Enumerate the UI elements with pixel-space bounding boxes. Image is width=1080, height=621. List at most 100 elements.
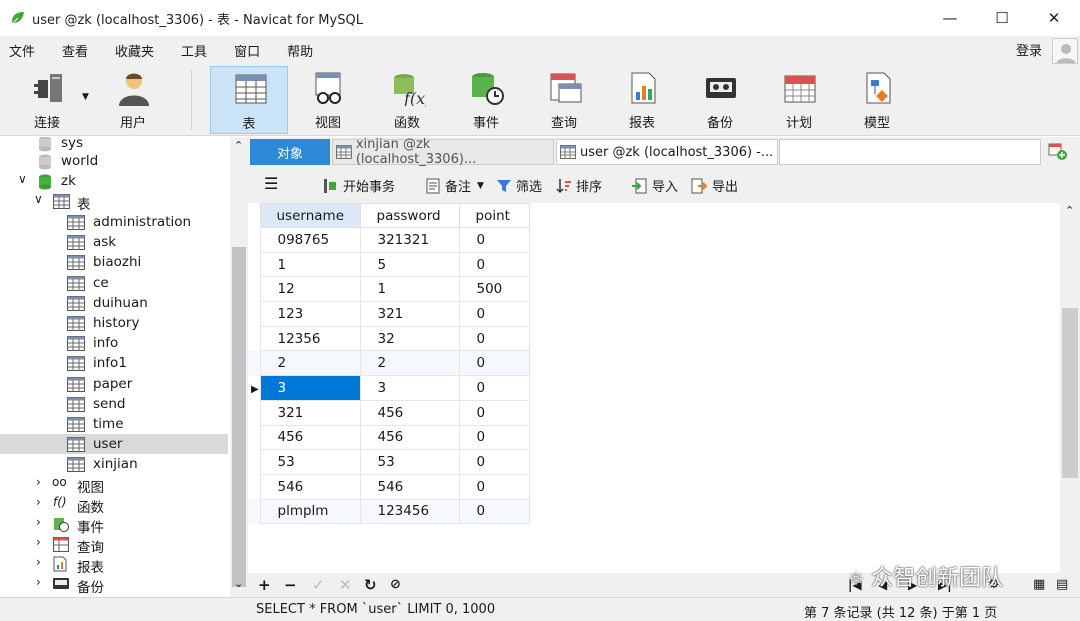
table-cell[interactable]: 0 bbox=[458, 424, 530, 451]
table-row[interactable]: plmplm 123456 0 bbox=[248, 498, 530, 525]
chevron-down-icon[interactable]: ∨ bbox=[34, 192, 43, 206]
table-button[interactable]: 表 bbox=[210, 66, 288, 134]
table-row[interactable]: 12 1 500 bbox=[248, 276, 530, 303]
row-indicator[interactable] bbox=[248, 450, 260, 475]
menu-help[interactable]: 帮助 bbox=[278, 41, 323, 60]
tree-item-backups[interactable]: › 备份 bbox=[0, 574, 228, 596]
login-link[interactable]: 登录 bbox=[1016, 40, 1042, 59]
tree-item-table[interactable]: biaozhi bbox=[0, 252, 228, 272]
table-row[interactable]: 12356 32 0 bbox=[248, 325, 530, 352]
tree-item-table[interactable]: time bbox=[0, 414, 228, 434]
table-cell[interactable]: 098765 bbox=[259, 227, 361, 253]
row-indicator[interactable] bbox=[248, 252, 260, 277]
table-cell[interactable]: 321321 bbox=[359, 227, 460, 253]
grid-scrollbar[interactable]: ⌃ bbox=[1060, 203, 1080, 573]
table-cell[interactable]: 53 bbox=[359, 449, 460, 475]
tree-item-table[interactable]: ce bbox=[0, 273, 228, 293]
tree-item-queries[interactable]: › 查询 bbox=[0, 534, 228, 556]
table-cell[interactable]: 0 bbox=[458, 301, 530, 327]
table-cell[interactable]: 321 bbox=[359, 301, 460, 327]
scroll-down-icon[interactable]: ⌄ bbox=[234, 577, 243, 590]
table-row[interactable]: 53 53 0 bbox=[248, 449, 530, 475]
tree-item-zk[interactable]: ∨ zk bbox=[0, 171, 228, 191]
query-button[interactable]: 查询 bbox=[525, 66, 603, 134]
table-cell[interactable]: 32 bbox=[359, 325, 460, 352]
connect-button[interactable]: 连接 bbox=[8, 66, 86, 134]
table-cell[interactable]: 53 bbox=[259, 449, 361, 475]
table-cell[interactable]: plmplm bbox=[259, 498, 361, 525]
grid-scroll-thumb[interactable] bbox=[1062, 308, 1078, 478]
tree-item-table[interactable]: user bbox=[0, 434, 228, 455]
tree-item-reports[interactable]: › 报表 bbox=[0, 554, 228, 576]
table-cell[interactable]: 0 bbox=[458, 227, 530, 253]
row-indicator[interactable]: ▶ bbox=[248, 376, 260, 401]
table-cell[interactable]: 0 bbox=[458, 350, 530, 377]
table-cell[interactable]: 500 bbox=[458, 276, 530, 303]
memo-dropdown-icon[interactable]: ▼ bbox=[477, 181, 484, 191]
connect-dropdown-icon[interactable]: ▼ bbox=[82, 92, 89, 102]
column-header-point[interactable]: point bbox=[458, 203, 530, 228]
tree-item-table[interactable]: send bbox=[0, 394, 228, 414]
table-cell[interactable]: 123 bbox=[259, 301, 361, 327]
tree-item-table[interactable]: duihuan bbox=[0, 293, 228, 313]
model-button[interactable]: 模型 bbox=[838, 66, 916, 134]
report-button[interactable]: 报表 bbox=[603, 66, 681, 134]
tree-item-world[interactable]: world bbox=[0, 151, 228, 171]
menu-tools[interactable]: 工具 bbox=[172, 41, 217, 60]
table-cell[interactable]: 1 bbox=[359, 276, 460, 303]
table-row[interactable]: 321 456 0 bbox=[248, 399, 530, 426]
menu-window[interactable]: 窗口 bbox=[225, 41, 270, 60]
sidebar-scrollbar[interactable]: ⌃ ⌄ bbox=[230, 137, 248, 597]
row-indicator[interactable] bbox=[248, 425, 260, 450]
row-indicator[interactable] bbox=[248, 326, 260, 351]
row-indicator[interactable] bbox=[248, 302, 260, 327]
sidebar-scroll-thumb[interactable] bbox=[232, 247, 246, 587]
scroll-up-icon[interactable]: ⌃ bbox=[1065, 204, 1074, 217]
discard-x-icon[interactable]: ✕ bbox=[339, 576, 352, 594]
delete-record-icon[interactable]: − bbox=[284, 576, 297, 594]
backup-button[interactable]: 备份 bbox=[681, 66, 759, 134]
menu-view[interactable]: 查看 bbox=[53, 41, 98, 60]
table-cell[interactable]: 321 bbox=[259, 399, 361, 426]
table-row[interactable]: 456 456 0 bbox=[248, 424, 530, 451]
tree-item-table[interactable]: ask bbox=[0, 232, 228, 252]
tab-user[interactable]: user @zk (localhost_3306) -... bbox=[556, 139, 778, 165]
table-cell[interactable]: 0 bbox=[458, 399, 530, 426]
tree-item-tables[interactable]: ∨ 表 bbox=[0, 191, 228, 213]
row-indicator[interactable] bbox=[248, 474, 260, 499]
function-button[interactable]: f(x) 函数 bbox=[368, 66, 446, 134]
table-cell[interactable]: 0 bbox=[458, 473, 530, 500]
tree-item-table[interactable]: xinjian bbox=[0, 454, 228, 474]
tree-item-table[interactable]: info1 bbox=[0, 353, 228, 373]
table-cell[interactable]: 12356 bbox=[259, 325, 361, 352]
table-cell[interactable]: 456 bbox=[359, 399, 460, 426]
tree-item-views[interactable]: › oo 视图 bbox=[0, 474, 228, 496]
menu-icon[interactable]: ☰ bbox=[264, 174, 278, 193]
table-row[interactable]: 123 321 0 bbox=[248, 301, 530, 327]
row-indicator[interactable] bbox=[248, 277, 260, 302]
chevron-right-icon[interactable]: › bbox=[36, 575, 41, 589]
tree-item-events[interactable]: › 事件 bbox=[0, 514, 228, 536]
table-cell[interactable]: 3 bbox=[359, 375, 460, 401]
table-cell[interactable]: 5 bbox=[359, 251, 460, 278]
tree-item-table[interactable]: info bbox=[0, 333, 228, 353]
chevron-right-icon[interactable]: › bbox=[36, 515, 41, 529]
tree-item-table[interactable]: history bbox=[0, 313, 228, 333]
row-indicator[interactable] bbox=[248, 350, 260, 376]
memo-button[interactable]: 备注 ▼ bbox=[426, 176, 484, 195]
chevron-right-icon[interactable]: › bbox=[36, 555, 41, 569]
table-cell[interactable]: 2 bbox=[359, 350, 460, 377]
tab-xinjian[interactable]: xinjian @zk (localhost_3306)... bbox=[332, 137, 554, 167]
table-cell[interactable]: 123456 bbox=[359, 498, 460, 525]
minimize-button[interactable]: — bbox=[924, 0, 976, 36]
maximize-button[interactable]: ☐ bbox=[976, 0, 1028, 36]
column-header-password[interactable]: password bbox=[359, 203, 460, 228]
scroll-up-icon[interactable]: ⌃ bbox=[234, 139, 243, 152]
table-row[interactable]: 220 bbox=[248, 350, 530, 377]
grid-view-icon[interactable]: ▦ bbox=[1033, 577, 1045, 592]
export-button[interactable]: 导出 bbox=[691, 176, 738, 195]
row-indicator[interactable] bbox=[248, 499, 260, 524]
sort-button[interactable]: 排序 bbox=[556, 176, 602, 195]
refresh-icon[interactable]: ↻ bbox=[364, 576, 377, 594]
table-row[interactable]: ▶ 3 3 0 bbox=[248, 375, 530, 401]
